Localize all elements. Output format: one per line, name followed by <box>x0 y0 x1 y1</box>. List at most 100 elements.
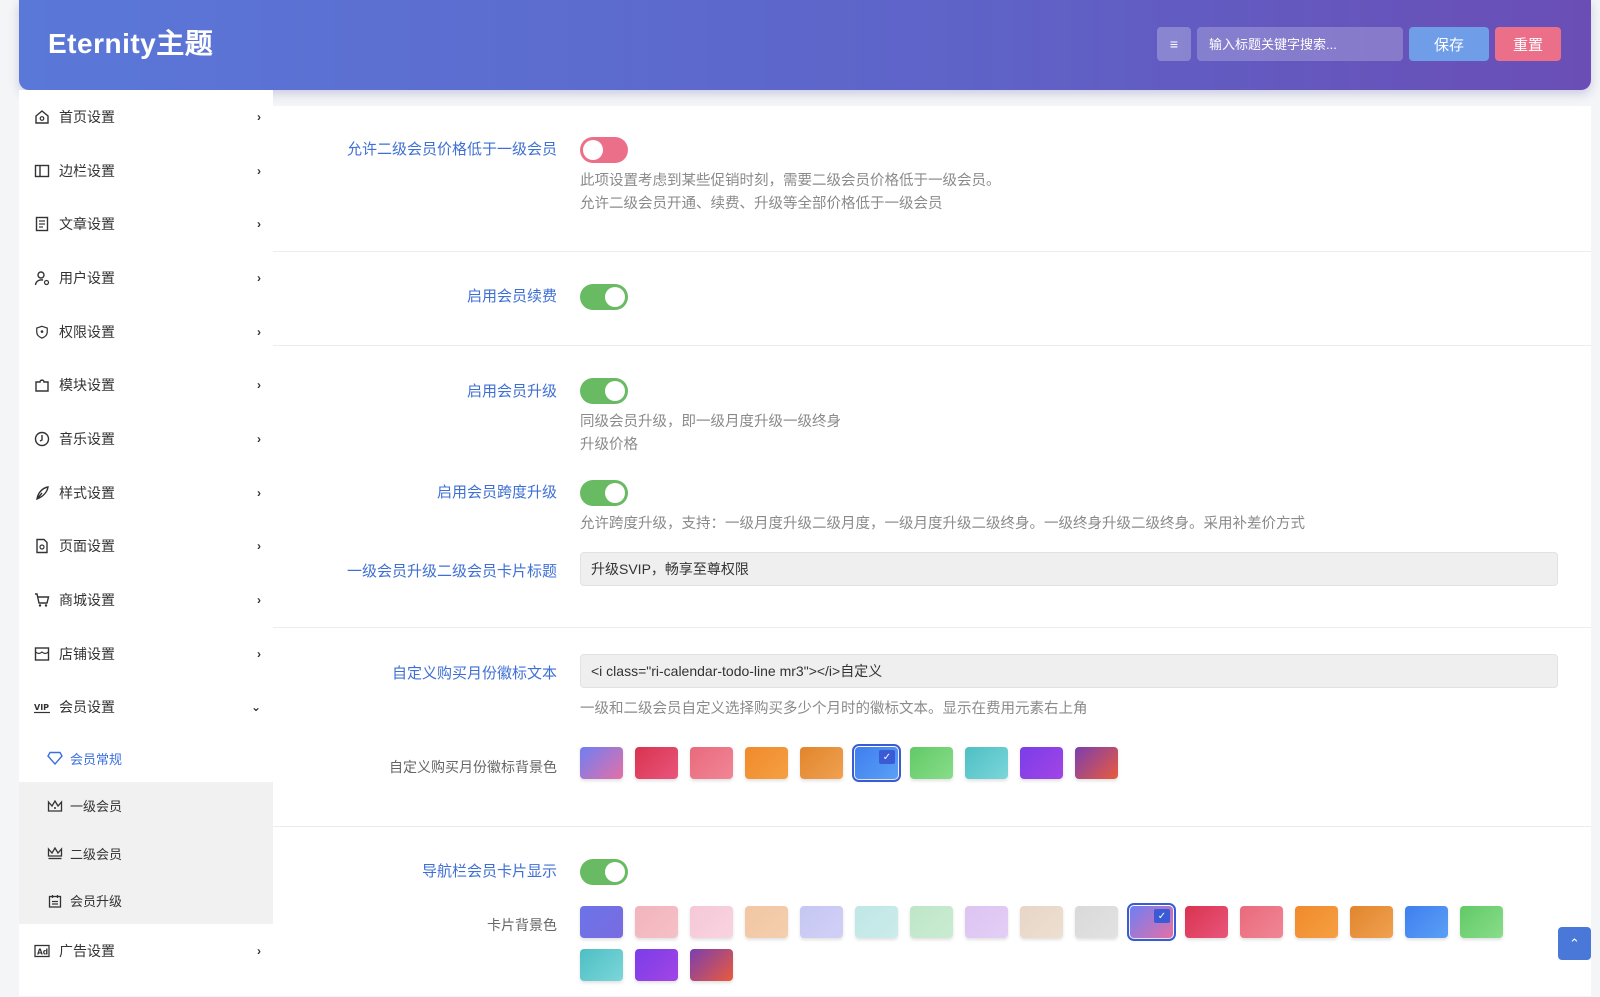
card-color-swatch[interactable] <box>745 906 788 938</box>
card-title-input[interactable]: 升级SVIP，畅享至尊权限 <box>580 552 1558 586</box>
badge-color-swatch[interactable]: ✓ <box>852 744 901 782</box>
save-button[interactable]: 保存 <box>1409 27 1489 61</box>
badge-color-swatch[interactable] <box>635 747 678 779</box>
section-badge: 自定义购买月份徽标文本 <i class="ri-calendar-todo-l… <box>273 628 1591 827</box>
badge-color-swatch[interactable] <box>745 747 788 779</box>
search-input[interactable] <box>1197 27 1403 61</box>
sidebar-item-sidebar[interactable]: 边栏设置 › <box>19 144 273 198</box>
setting-desc: 一级和二级会员自定义选择购买多少个月时的徽标文本。显示在费用元素右上角 <box>580 701 1088 717</box>
sidebar-subitem-label: 一级会员 <box>70 799 123 814</box>
sidebar-item-page[interactable]: 页面设置 › <box>19 520 273 574</box>
card-color-swatch[interactable] <box>800 906 843 938</box>
card-color-swatch[interactable] <box>690 949 733 981</box>
badge-color-swatch[interactable] <box>1075 747 1118 779</box>
chevron-right-icon: › <box>257 646 261 661</box>
badge-text-input[interactable]: <i class="ri-calendar-todo-line mr3"></i… <box>580 654 1558 688</box>
sidebar-subitem-label: 二级会员 <box>70 846 123 862</box>
desc-line: 允许二级会员开通、续费、升级等全部价格低于一级会员 <box>580 196 943 212</box>
toggle-knob <box>583 140 603 160</box>
card-bg-field: ✓ <box>580 903 1510 981</box>
toggle-knob <box>605 862 625 882</box>
sidebar-item-module[interactable]: 模块设置 › <box>19 358 273 412</box>
card-color-swatch[interactable] <box>1295 906 1338 938</box>
check-icon: ✓ <box>1154 909 1170 923</box>
chevron-right-icon: › <box>257 109 261 124</box>
chevron-right-icon: › <box>257 270 261 285</box>
badge-color-swatch[interactable] <box>580 747 623 779</box>
sidebar-item-music[interactable]: 音乐设置 › <box>19 412 273 466</box>
sidebar-item-home[interactable]: 首页设置 › <box>19 90 273 144</box>
card-color-swatch[interactable] <box>690 906 733 938</box>
setting-desc: 允许跨度升级，支持：一级月度升级二级月度，一级月度升级二级终身。一级终身升级二级… <box>580 516 1305 532</box>
calendar-icon <box>47 893 63 909</box>
setting-label: 卡片背景色 <box>487 917 557 933</box>
page-icon <box>33 537 51 555</box>
card-color-swatch[interactable] <box>1460 906 1503 938</box>
card-color-swatch[interactable] <box>910 906 953 938</box>
check-icon: ✓ <box>879 750 895 764</box>
badge-swatch-group: ✓ <box>580 744 1118 782</box>
sidebar-item-article[interactable]: 文章设置 › <box>19 197 273 251</box>
card-color-swatch[interactable] <box>1020 906 1063 938</box>
nav-card-field <box>580 859 628 885</box>
badge-color-swatch[interactable] <box>690 747 733 779</box>
cross-upgrade-toggle[interactable] <box>580 480 628 506</box>
sidebar-item-store[interactable]: 店铺设置 › <box>19 627 273 681</box>
badge-color-swatch[interactable] <box>800 747 843 779</box>
badge-color-swatch[interactable] <box>965 747 1008 779</box>
badge-color-swatch[interactable] <box>1020 747 1063 779</box>
card-color-swatch[interactable] <box>855 906 898 938</box>
sidebar-item-vip[interactable]: VIP 会员设置 ⌄ <box>19 681 273 735</box>
card-color-swatch[interactable] <box>965 906 1008 938</box>
setting-label: 允许二级会员价格低于一级会员 <box>346 141 557 158</box>
sidebar-item-style[interactable]: 样式设置 › <box>19 466 273 520</box>
reset-button[interactable]: 重置 <box>1495 27 1561 61</box>
setting-label: 自定义购买月份徽标背景色 <box>389 759 557 775</box>
chevron-right-icon: › <box>257 324 261 339</box>
card-color-swatch[interactable] <box>1350 906 1393 938</box>
section-nav-card: 导航栏会员卡片显示 卡片背景色 ✓ <box>273 827 1591 997</box>
sidebar: 首页设置 › 边栏设置 › 文章设置 › 用户设置 › 权限设置 › 模块设置 … <box>19 90 273 996</box>
card-color-swatch[interactable] <box>635 906 678 938</box>
sidebar-subitem-upgrade[interactable]: 会员升级 <box>19 877 273 925</box>
scroll-top-button[interactable]: ⌃ <box>1558 927 1591 960</box>
card-color-swatch[interactable]: ✓ <box>1127 903 1176 941</box>
music-icon <box>33 430 51 448</box>
sidebar-subitem-general[interactable]: 会员常规 <box>19 734 273 782</box>
sidebar-subitem-level2[interactable]: 二级会员 <box>19 829 273 877</box>
user-icon <box>33 269 51 287</box>
renew-toggle[interactable] <box>580 284 628 310</box>
menu-toggle-icon[interactable]: ≡ <box>1157 27 1191 61</box>
sidebar-subitem-level1[interactable]: 一级会员 <box>19 782 273 830</box>
chevron-right-icon: › <box>257 539 261 554</box>
toggle-knob <box>605 381 625 401</box>
chevron-right-icon: › <box>257 944 261 959</box>
header-tools: ≡ 保存 重置 <box>1157 27 1561 61</box>
lower-price-toggle[interactable] <box>580 137 628 163</box>
upgrade-toggle[interactable] <box>580 378 628 404</box>
sidebar-item-label: 文章设置 <box>59 216 115 233</box>
nav-card-toggle[interactable] <box>580 859 628 885</box>
crown2-icon <box>47 845 63 861</box>
sidebar-item-label: 首页设置 <box>59 108 115 125</box>
setting-label: 启用会员升级 <box>466 383 557 400</box>
sidebar-item-label: 会员设置 <box>59 699 115 716</box>
vip-submenu: 会员常规 一级会员 二级会员 会员升级 <box>19 734 273 925</box>
sidebar-item-ad[interactable]: Ad 广告设置 › <box>19 924 273 978</box>
upgrade-field: 同级会员升级，即一级月度升级一级终身 升级价格 <box>580 378 841 457</box>
sidebar-item-permission[interactable]: 权限设置 › <box>19 305 273 359</box>
sidebar-item-user[interactable]: 用户设置 › <box>19 251 273 305</box>
card-color-swatch[interactable] <box>580 906 623 938</box>
card-color-swatch[interactable] <box>1185 906 1228 938</box>
badge-color-swatch[interactable] <box>910 747 953 779</box>
card-color-swatch[interactable] <box>1240 906 1283 938</box>
cart-icon <box>33 591 51 609</box>
sidebar-subitem-label: 会员升级 <box>70 894 123 909</box>
card-color-swatch[interactable] <box>1075 906 1118 938</box>
setting-label: 启用会员续费 <box>466 288 557 305</box>
sidebar-item-shop[interactable]: 商城设置 › <box>19 573 273 627</box>
card-color-swatch[interactable] <box>1405 906 1448 938</box>
badge-text-field: <i class="ri-calendar-todo-line mr3"></i… <box>580 654 1558 721</box>
card-color-swatch[interactable] <box>580 949 623 981</box>
card-color-swatch[interactable] <box>635 949 678 981</box>
